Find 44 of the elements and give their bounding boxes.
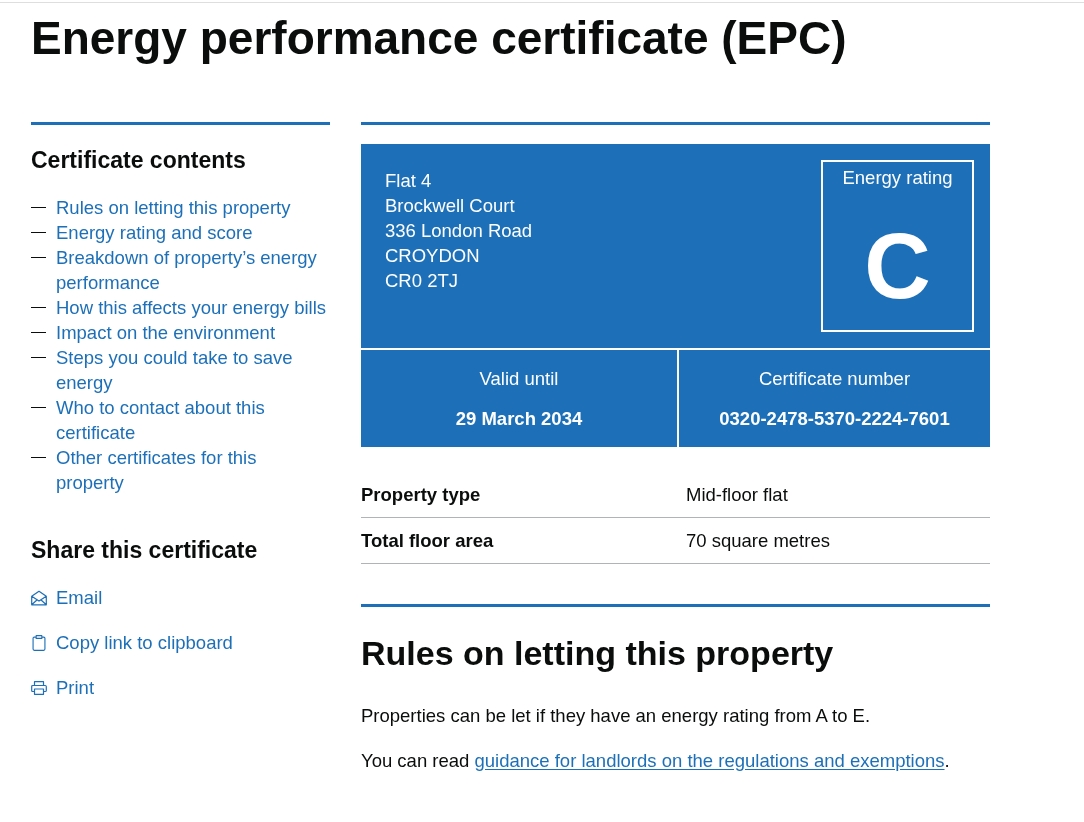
- clipboard-icon: [31, 634, 47, 651]
- dash-icon: [31, 232, 46, 233]
- address-line: 336 London Road: [385, 219, 533, 243]
- sidebar-heading: Certificate contents: [31, 146, 247, 175]
- address-line: Flat 4: [385, 169, 433, 193]
- rating-label: Energy rating: [842, 168, 953, 188]
- body-text: Properties can be let if they have an energy rating from A to E.: [361, 704, 872, 728]
- detail-key: Property type: [361, 482, 686, 507]
- share-link[interactable]: Copy link to clipboard: [31, 630, 233, 655]
- summary-value: 29 March 2034: [455, 407, 583, 431]
- contents-link[interactable]: Impact on the environment: [56, 320, 327, 345]
- printer-icon: [31, 679, 47, 696]
- share-link[interactable]: Email: [31, 585, 103, 610]
- contents-link[interactable]: Other certificates for this property: [56, 445, 327, 495]
- address-line: Brockwell Court: [385, 194, 516, 218]
- dash-icon: [31, 332, 46, 333]
- detail-key: Total floor area: [361, 528, 686, 553]
- section-heading: Rules on letting this property: [361, 633, 835, 673]
- summary-label: Valid until: [479, 367, 559, 391]
- dash-icon: [31, 457, 46, 458]
- dash-icon: [31, 257, 46, 258]
- address-line: CROYDON: [385, 244, 481, 268]
- dash-icon: [31, 307, 46, 308]
- contents-link[interactable]: Rules on letting this property: [56, 195, 327, 220]
- body-text: You can read guidance for landlords on the regulations and exemptions.: [361, 749, 951, 773]
- detail-value: Mid-floor flat: [686, 483, 788, 507]
- envelope-icon: [31, 589, 47, 606]
- page-title: Energy performance certificate (EPC): [31, 13, 848, 63]
- dash-icon: [31, 357, 46, 358]
- rating-letter: C: [864, 220, 931, 312]
- summary-value: 0320-2478-5370-2224-7601: [719, 407, 950, 431]
- address-line: CR0 2TJ: [385, 269, 459, 293]
- contents-link[interactable]: Who to contact about this certificate: [56, 395, 327, 445]
- contents-link[interactable]: How this affects your energy bills: [56, 295, 327, 320]
- contents-link[interactable]: Breakdown of property’s energy performance: [56, 245, 327, 295]
- contents-link[interactable]: Energy rating and score: [56, 220, 327, 245]
- guidance-link[interactable]: guidance for landlords on the regulations and exemptions: [474, 750, 945, 771]
- dash-icon: [31, 407, 46, 408]
- summary-label: Certificate number: [758, 367, 911, 391]
- share-link[interactable]: Print: [31, 675, 95, 700]
- detail-value: 70 square metres: [686, 529, 830, 553]
- contents-link[interactable]: Steps you could take to save energy: [56, 345, 327, 395]
- sidebar-heading: Share this certificate: [31, 536, 259, 565]
- dash-icon: [31, 207, 46, 208]
